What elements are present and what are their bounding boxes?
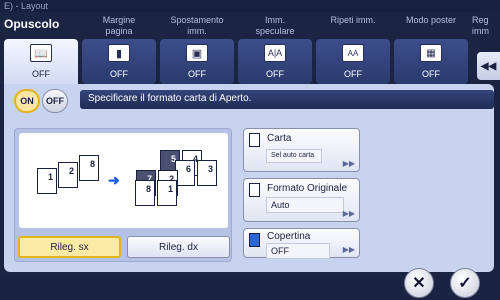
ok-button[interactable]: ✓ <box>450 268 480 298</box>
scroll-left-button[interactable]: ◀◀ <box>477 52 500 80</box>
chevron-right-icon: ▶▶ <box>342 245 355 254</box>
breadcrumb: E) - Layout <box>4 1 49 11</box>
title-bar <box>0 0 500 12</box>
paper-icon <box>249 133 260 147</box>
page-sheet: 6 <box>175 160 195 186</box>
tab-repeat-image[interactable]: AA OFF <box>316 39 390 84</box>
on-button[interactable]: ON <box>14 89 40 113</box>
tab-label-poster: Modo poster <box>405 15 457 25</box>
tab-label-repeat: Ripeti imm. <box>330 15 376 25</box>
tab-mirror-image[interactable]: A|A OFF <box>238 39 312 84</box>
image-shift-icon: ▣ <box>186 44 208 62</box>
mirror-image-icon: A|A <box>264 44 286 62</box>
cancel-button[interactable]: ✕ <box>404 268 434 298</box>
paper-label: Carta <box>267 133 292 144</box>
chevron-right-icon: ▶▶ <box>342 159 355 168</box>
page-sheet: 2 <box>58 162 78 188</box>
tab-label-margin: Margine pagina <box>102 15 136 36</box>
arrow-right-icon: ➜ <box>108 172 120 188</box>
page-sheet: 8 <box>79 155 99 181</box>
left-binding-button[interactable]: Rileg. sx <box>18 236 121 258</box>
page-sheet: 1 <box>157 180 177 206</box>
original-size-label: Formato Originale <box>267 183 348 194</box>
tab-label-mirror: Imm. speculare <box>255 15 295 36</box>
tab-state: OFF <box>344 69 362 79</box>
tab-label-register: Reg imm <box>472 15 489 36</box>
page-sheet: 1 <box>37 168 57 194</box>
cover-value: OFF <box>266 243 330 259</box>
chevron-right-icon: ▶▶ <box>342 209 355 218</box>
instruction-message: Specificare il formato carta di Aperto. <box>80 90 494 109</box>
tab-poster-mode[interactable]: ▦ OFF <box>394 39 468 84</box>
poster-mode-icon: ▦ <box>420 44 442 62</box>
tab-page-margin[interactable]: ▮ OFF <box>82 39 156 84</box>
off-button[interactable]: OFF <box>42 89 68 113</box>
repeat-image-icon: AA <box>342 44 364 62</box>
tab-state: OFF <box>422 69 440 79</box>
original-size-button[interactable]: Formato Originale Auto ▶▶ <box>243 178 360 222</box>
tab-state: OFF <box>188 69 206 79</box>
cover-icon <box>249 233 260 247</box>
page-margin-icon: ▮ <box>108 44 130 62</box>
booklet-icon: 📖 <box>30 44 52 62</box>
original-size-icon <box>249 183 260 197</box>
page-sheet: 3 <box>197 160 217 186</box>
tab-state: OFF <box>110 69 128 79</box>
paper-button[interactable]: Carta Sel auto carta ▶▶ <box>243 128 360 172</box>
page-sheet: 8 <box>135 180 155 206</box>
paper-value: Sel auto carta <box>266 149 322 163</box>
right-binding-button[interactable]: Rileg. dx <box>127 236 230 258</box>
tab-state: OFF <box>32 69 50 79</box>
original-size-value: Auto <box>266 197 344 213</box>
section-title: Opuscolo <box>4 17 60 31</box>
cover-label: Copertina <box>267 231 311 242</box>
tab-image-shift[interactable]: ▣ OFF <box>160 39 234 84</box>
tab-state: OFF <box>266 69 284 79</box>
cover-button[interactable]: Copertina OFF ▶▶ <box>243 228 360 259</box>
tab-label-image-shift: Spostamento imm. <box>170 15 224 36</box>
